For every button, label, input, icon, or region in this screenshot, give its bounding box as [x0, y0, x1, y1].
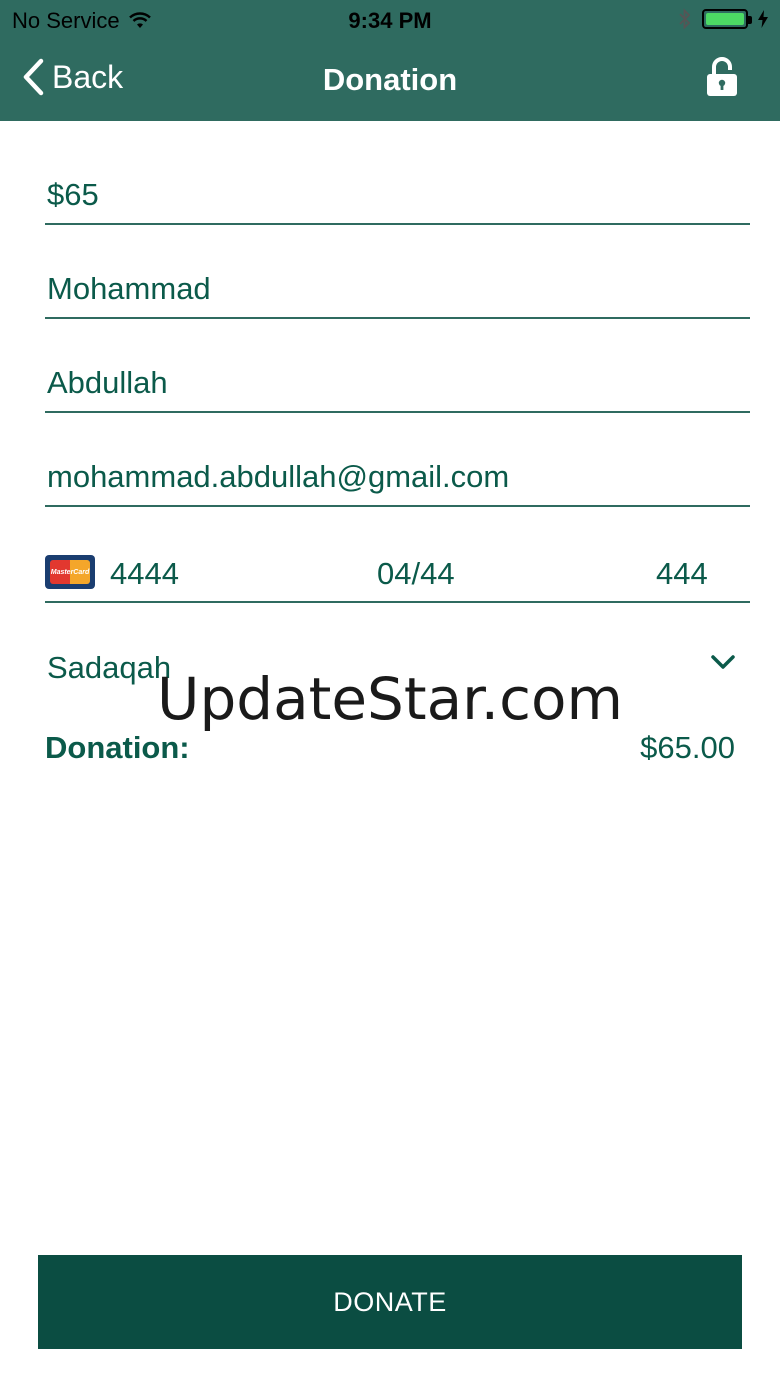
card-brand-label: MasterCard — [50, 560, 90, 584]
card-number-input[interactable]: 4444 — [110, 556, 179, 592]
watermark: UpdateStar.com — [157, 665, 623, 733]
first-name-field[interactable]: Mohammad — [45, 259, 750, 319]
nav-bar: Back Donation — [0, 40, 780, 121]
donate-button[interactable]: DONATE — [38, 1255, 742, 1349]
card-cvc-input[interactable]: 444 — [656, 556, 708, 592]
amount-value: $65 — [47, 177, 99, 212]
email-value: mohammad.abdullah@gmail.com — [47, 459, 510, 494]
last-name-field[interactable]: Abdullah — [45, 353, 750, 413]
card-expiry-input[interactable]: 04/44 — [377, 556, 455, 592]
donation-summary-amount: $65.00 — [640, 730, 735, 765]
battery-icon — [702, 9, 752, 29]
lock-icon — [707, 57, 737, 96]
mastercard-icon: MasterCard — [45, 555, 95, 589]
status-bar: No Service 9:34 PM — [0, 0, 780, 40]
first-name-value: Mohammad — [47, 271, 211, 306]
status-time: 9:34 PM — [348, 8, 432, 33]
page-title: Donation — [322, 62, 458, 97]
charging-icon — [758, 10, 768, 28]
status-right — [678, 8, 768, 30]
bluetooth-icon — [679, 8, 691, 30]
amount-field[interactable]: $65 — [45, 165, 750, 225]
email-field[interactable]: mohammad.abdullah@gmail.com — [45, 447, 750, 507]
card-field[interactable]: MasterCard 4444 04/44 444 — [45, 544, 750, 603]
donation-summary-label: Donation: — [45, 730, 190, 765]
lock-button[interactable] — [706, 56, 738, 103]
last-name-value: Abdullah — [47, 365, 168, 400]
donation-summary: Donation: $65.00 — [45, 730, 735, 766]
